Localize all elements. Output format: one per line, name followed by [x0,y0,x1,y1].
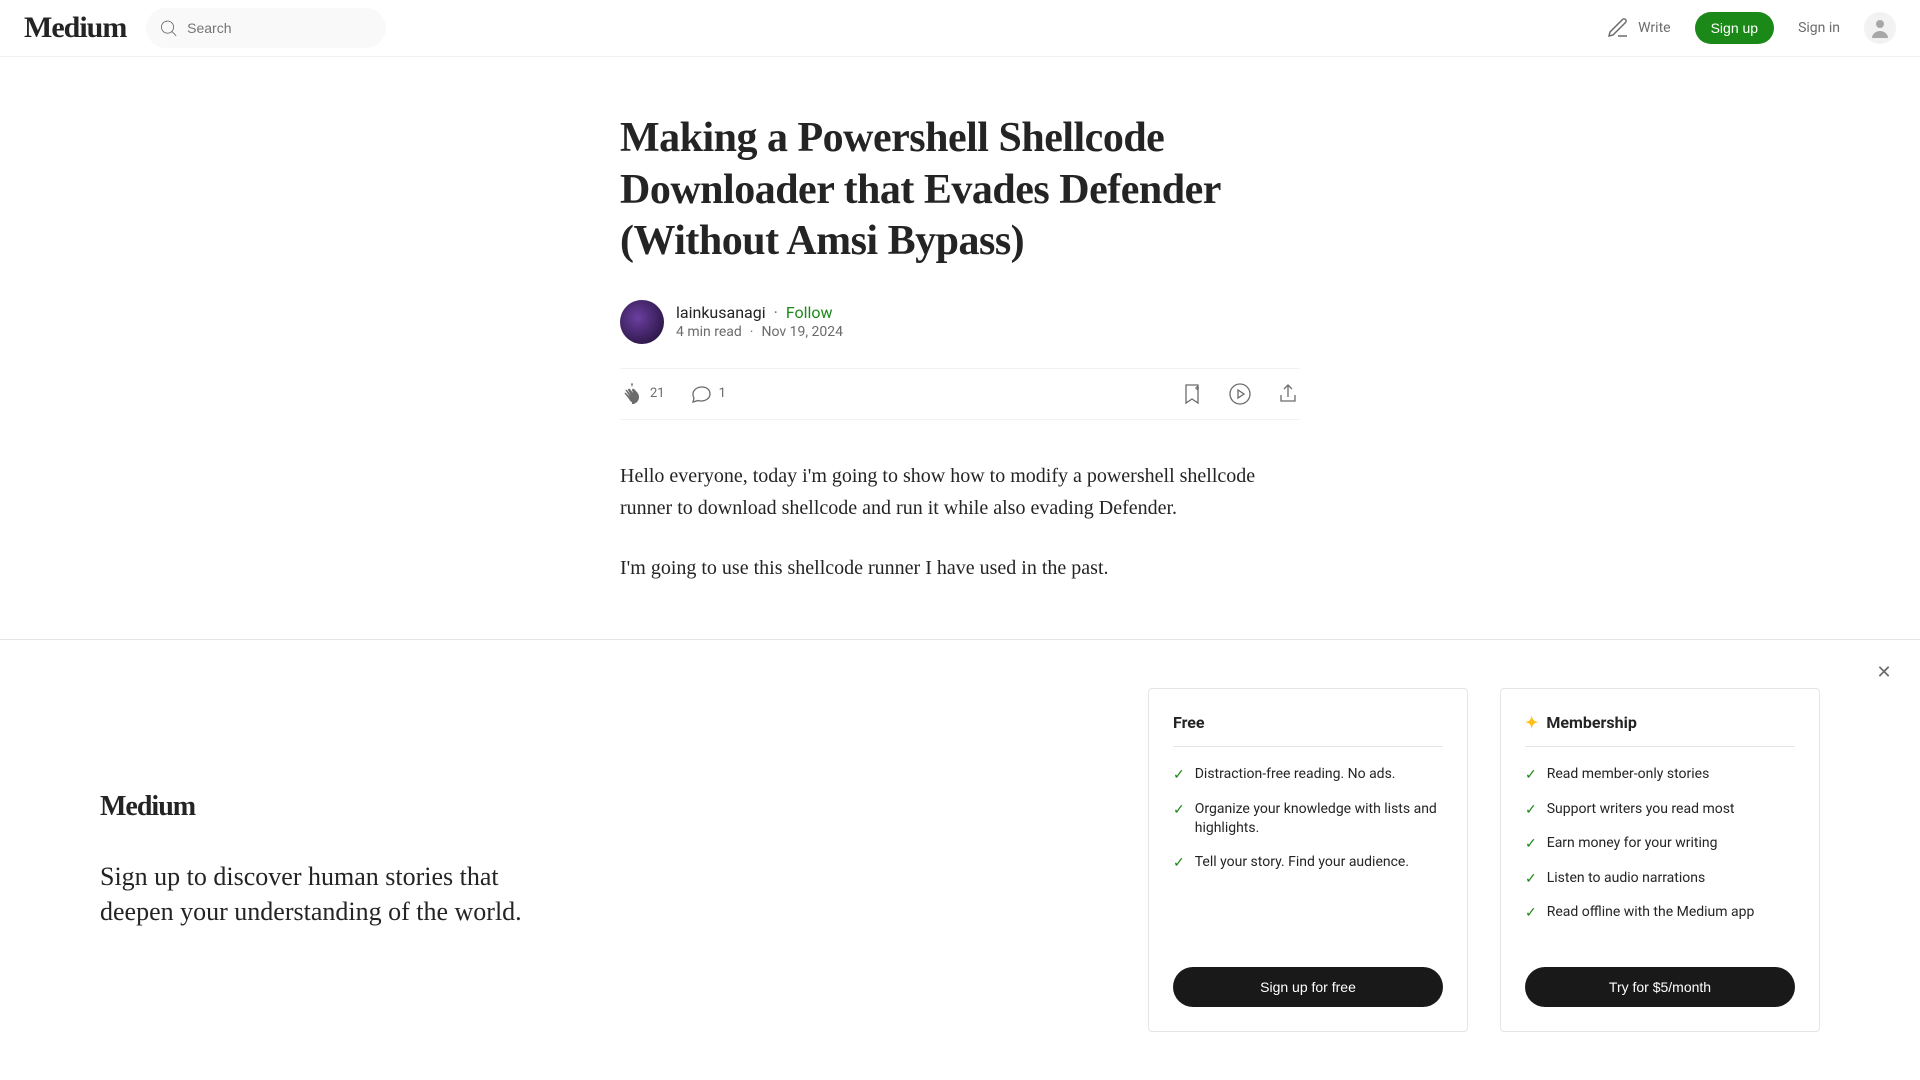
divider [1173,746,1443,747]
feature-item: Listen to audio narrations [1525,869,1795,890]
feature-item: Distraction-free reading. No ads. [1173,765,1443,786]
signup-button[interactable]: Sign up [1695,12,1774,44]
bookmark-icon [1180,382,1204,406]
paragraph: I'm going to use this shellcode runner I… [620,552,1300,584]
person-icon [1868,16,1892,40]
free-features: Distraction-free reading. No ads. Organi… [1173,765,1443,951]
membership-features: Read member-only stories Support writers… [1525,765,1795,951]
clap-count: 21 [650,386,665,401]
feature-item: Tell your story. Find your audience. [1173,853,1443,874]
signup-promo: ✕ Medium Sign up to discover human stori… [0,639,1920,1080]
try-membership-button[interactable]: Try for $5/month [1525,967,1795,1007]
read-time: 4 min read [676,324,742,340]
medium-logo[interactable]: Medium [24,11,126,45]
promo-intro: Medium Sign up to discover human stories… [100,791,570,929]
close-icon: ✕ [1876,662,1891,683]
paragraph: Hello everyone, today i'm going to show … [620,460,1300,524]
membership-plan-card: ✦ Membership Read member-only stories Su… [1500,688,1820,1032]
signin-button[interactable]: Sign in [1798,20,1840,36]
feature-item: Earn money for your writing [1525,834,1795,855]
author-row: lainkusanagi · Follow 4 min read · Nov 1… [620,300,1300,344]
write-icon [1606,16,1630,40]
publish-date: Nov 19, 2024 [761,324,843,340]
play-icon [1228,382,1252,406]
share-icon [1276,382,1300,406]
card-title: Free [1173,713,1443,732]
divider [1525,746,1795,747]
article-body: Hello everyone, today i'm going to show … [620,460,1300,584]
article-title: Making a Powershell Shellcode Downloader… [620,113,1300,268]
promo-cards: Free Distraction-free reading. No ads. O… [1148,688,1820,1032]
medium-logo: Medium [100,791,570,823]
write-label: Write [1638,20,1670,36]
star-icon: ✦ [1525,713,1538,732]
close-button[interactable]: ✕ [1868,656,1900,688]
separator-dot: · [774,303,778,322]
comment-button[interactable]: 1 [689,382,726,406]
search-input[interactable] [187,20,374,36]
separator-dot: · [750,324,754,340]
author-name[interactable]: lainkusanagi [676,303,766,322]
signup-free-button[interactable]: Sign up for free [1173,967,1443,1007]
feature-item: Read member-only stories [1525,765,1795,786]
feature-item: Organize your knowledge with lists and h… [1173,800,1443,839]
article: Making a Powershell Shellcode Downloader… [620,57,1300,584]
top-nav: Medium Write Sign up Sign in [0,0,1920,57]
action-bar: 21 1 [620,368,1300,420]
write-button[interactable]: Write [1606,16,1670,40]
bookmark-button[interactable] [1180,382,1204,406]
listen-button[interactable] [1228,382,1252,406]
card-title: ✦ Membership [1525,713,1795,732]
feature-item: Read offline with the Medium app [1525,903,1795,924]
share-button[interactable] [1276,382,1300,406]
author-avatar[interactable] [620,300,664,344]
comment-count: 1 [719,386,726,401]
profile-avatar[interactable] [1864,12,1896,44]
promo-tagline: Sign up to discover human stories that d… [100,859,570,929]
clap-button[interactable]: 21 [620,382,665,406]
free-plan-card: Free Distraction-free reading. No ads. O… [1148,688,1468,1032]
comment-icon [689,382,713,406]
clap-icon [620,382,644,406]
follow-button[interactable]: Follow [786,303,833,322]
header-actions: Write Sign up Sign in [1606,12,1896,44]
search-icon [158,16,179,40]
feature-item: Support writers you read most [1525,800,1795,821]
search-container[interactable] [146,8,386,48]
